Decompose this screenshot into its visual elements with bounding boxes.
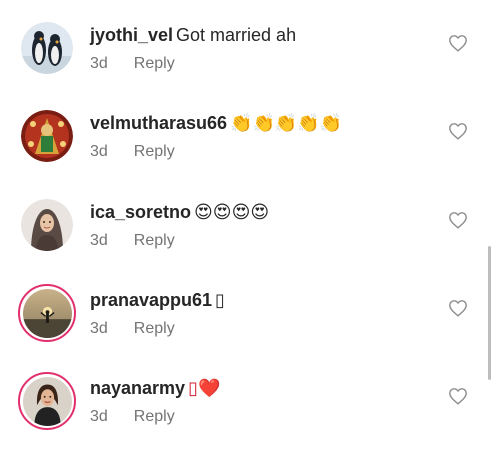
reply-button[interactable]: Reply bbox=[134, 143, 175, 160]
comment-text: ▯❤️ bbox=[188, 378, 221, 398]
comment-meta: 3d Reply bbox=[90, 407, 175, 427]
comment-meta: 3d Reply bbox=[90, 142, 175, 162]
comment-item: velmutharasu66 👏👏👏👏👏 3d Reply bbox=[0, 110, 497, 198]
comment-item: ica_soretno 😍😍😍😍 3d Reply bbox=[0, 199, 497, 287]
comment-item: jyothi_vel Got married ah 3d Reply bbox=[0, 22, 497, 110]
timestamp: 3d bbox=[90, 320, 108, 337]
timestamp: 3d bbox=[90, 232, 108, 249]
timestamp: 3d bbox=[90, 408, 108, 425]
comment-meta: 3d Reply bbox=[90, 231, 175, 251]
comment-text: 😍😍😍😍 bbox=[194, 202, 270, 222]
actress-avatar-icon bbox=[22, 376, 72, 426]
comment-text: ▯ bbox=[215, 290, 225, 310]
avatar[interactable] bbox=[18, 284, 76, 342]
penguins-avatar-icon bbox=[21, 22, 73, 74]
comment-meta: 3d Reply bbox=[90, 319, 175, 339]
comment-text: Got married ah bbox=[176, 25, 297, 45]
comment-text: 👏👏👏👏👏 bbox=[230, 113, 343, 133]
timestamp: 3d bbox=[90, 143, 108, 160]
username[interactable]: nayanarmy bbox=[90, 378, 185, 398]
reply-button[interactable]: Reply bbox=[134, 320, 175, 337]
comment-line: ica_soretno 😍😍😍😍 bbox=[90, 201, 269, 223]
username[interactable]: pranavappu61 bbox=[90, 290, 212, 310]
comment-line: velmutharasu66 👏👏👏👏👏 bbox=[90, 112, 342, 134]
heart-outline-icon[interactable] bbox=[448, 122, 468, 140]
heart-outline-icon[interactable] bbox=[448, 211, 468, 229]
comment-line: nayanarmy ▯❤️ bbox=[90, 377, 220, 399]
heart-outline-icon[interactable] bbox=[448, 34, 468, 52]
comment-meta: 3d Reply bbox=[90, 54, 175, 74]
scrollbar[interactable] bbox=[488, 246, 491, 380]
avatar[interactable] bbox=[21, 22, 73, 74]
username[interactable]: ica_soretno bbox=[90, 202, 191, 222]
avatar[interactable] bbox=[18, 372, 76, 430]
heart-outline-icon[interactable] bbox=[448, 387, 468, 405]
deity-avatar-icon bbox=[21, 110, 73, 162]
username[interactable]: velmutharasu66 bbox=[90, 113, 227, 133]
username[interactable]: jyothi_vel bbox=[90, 25, 173, 45]
reply-button[interactable]: Reply bbox=[134, 55, 175, 72]
avatar[interactable] bbox=[21, 199, 73, 251]
timestamp: 3d bbox=[90, 55, 108, 72]
reply-button[interactable]: Reply bbox=[134, 232, 175, 249]
comment-line: pranavappu61 ▯ bbox=[90, 289, 225, 311]
comment-item: pranavappu61 ▯ 3d Reply bbox=[0, 284, 497, 375]
comment-line: jyothi_vel Got married ah bbox=[90, 24, 296, 46]
heart-outline-icon[interactable] bbox=[448, 299, 468, 317]
sunset-avatar-icon bbox=[22, 288, 72, 338]
avatar[interactable] bbox=[21, 110, 73, 162]
reply-button[interactable]: Reply bbox=[134, 408, 175, 425]
woman-hijab-avatar-icon bbox=[21, 199, 73, 251]
